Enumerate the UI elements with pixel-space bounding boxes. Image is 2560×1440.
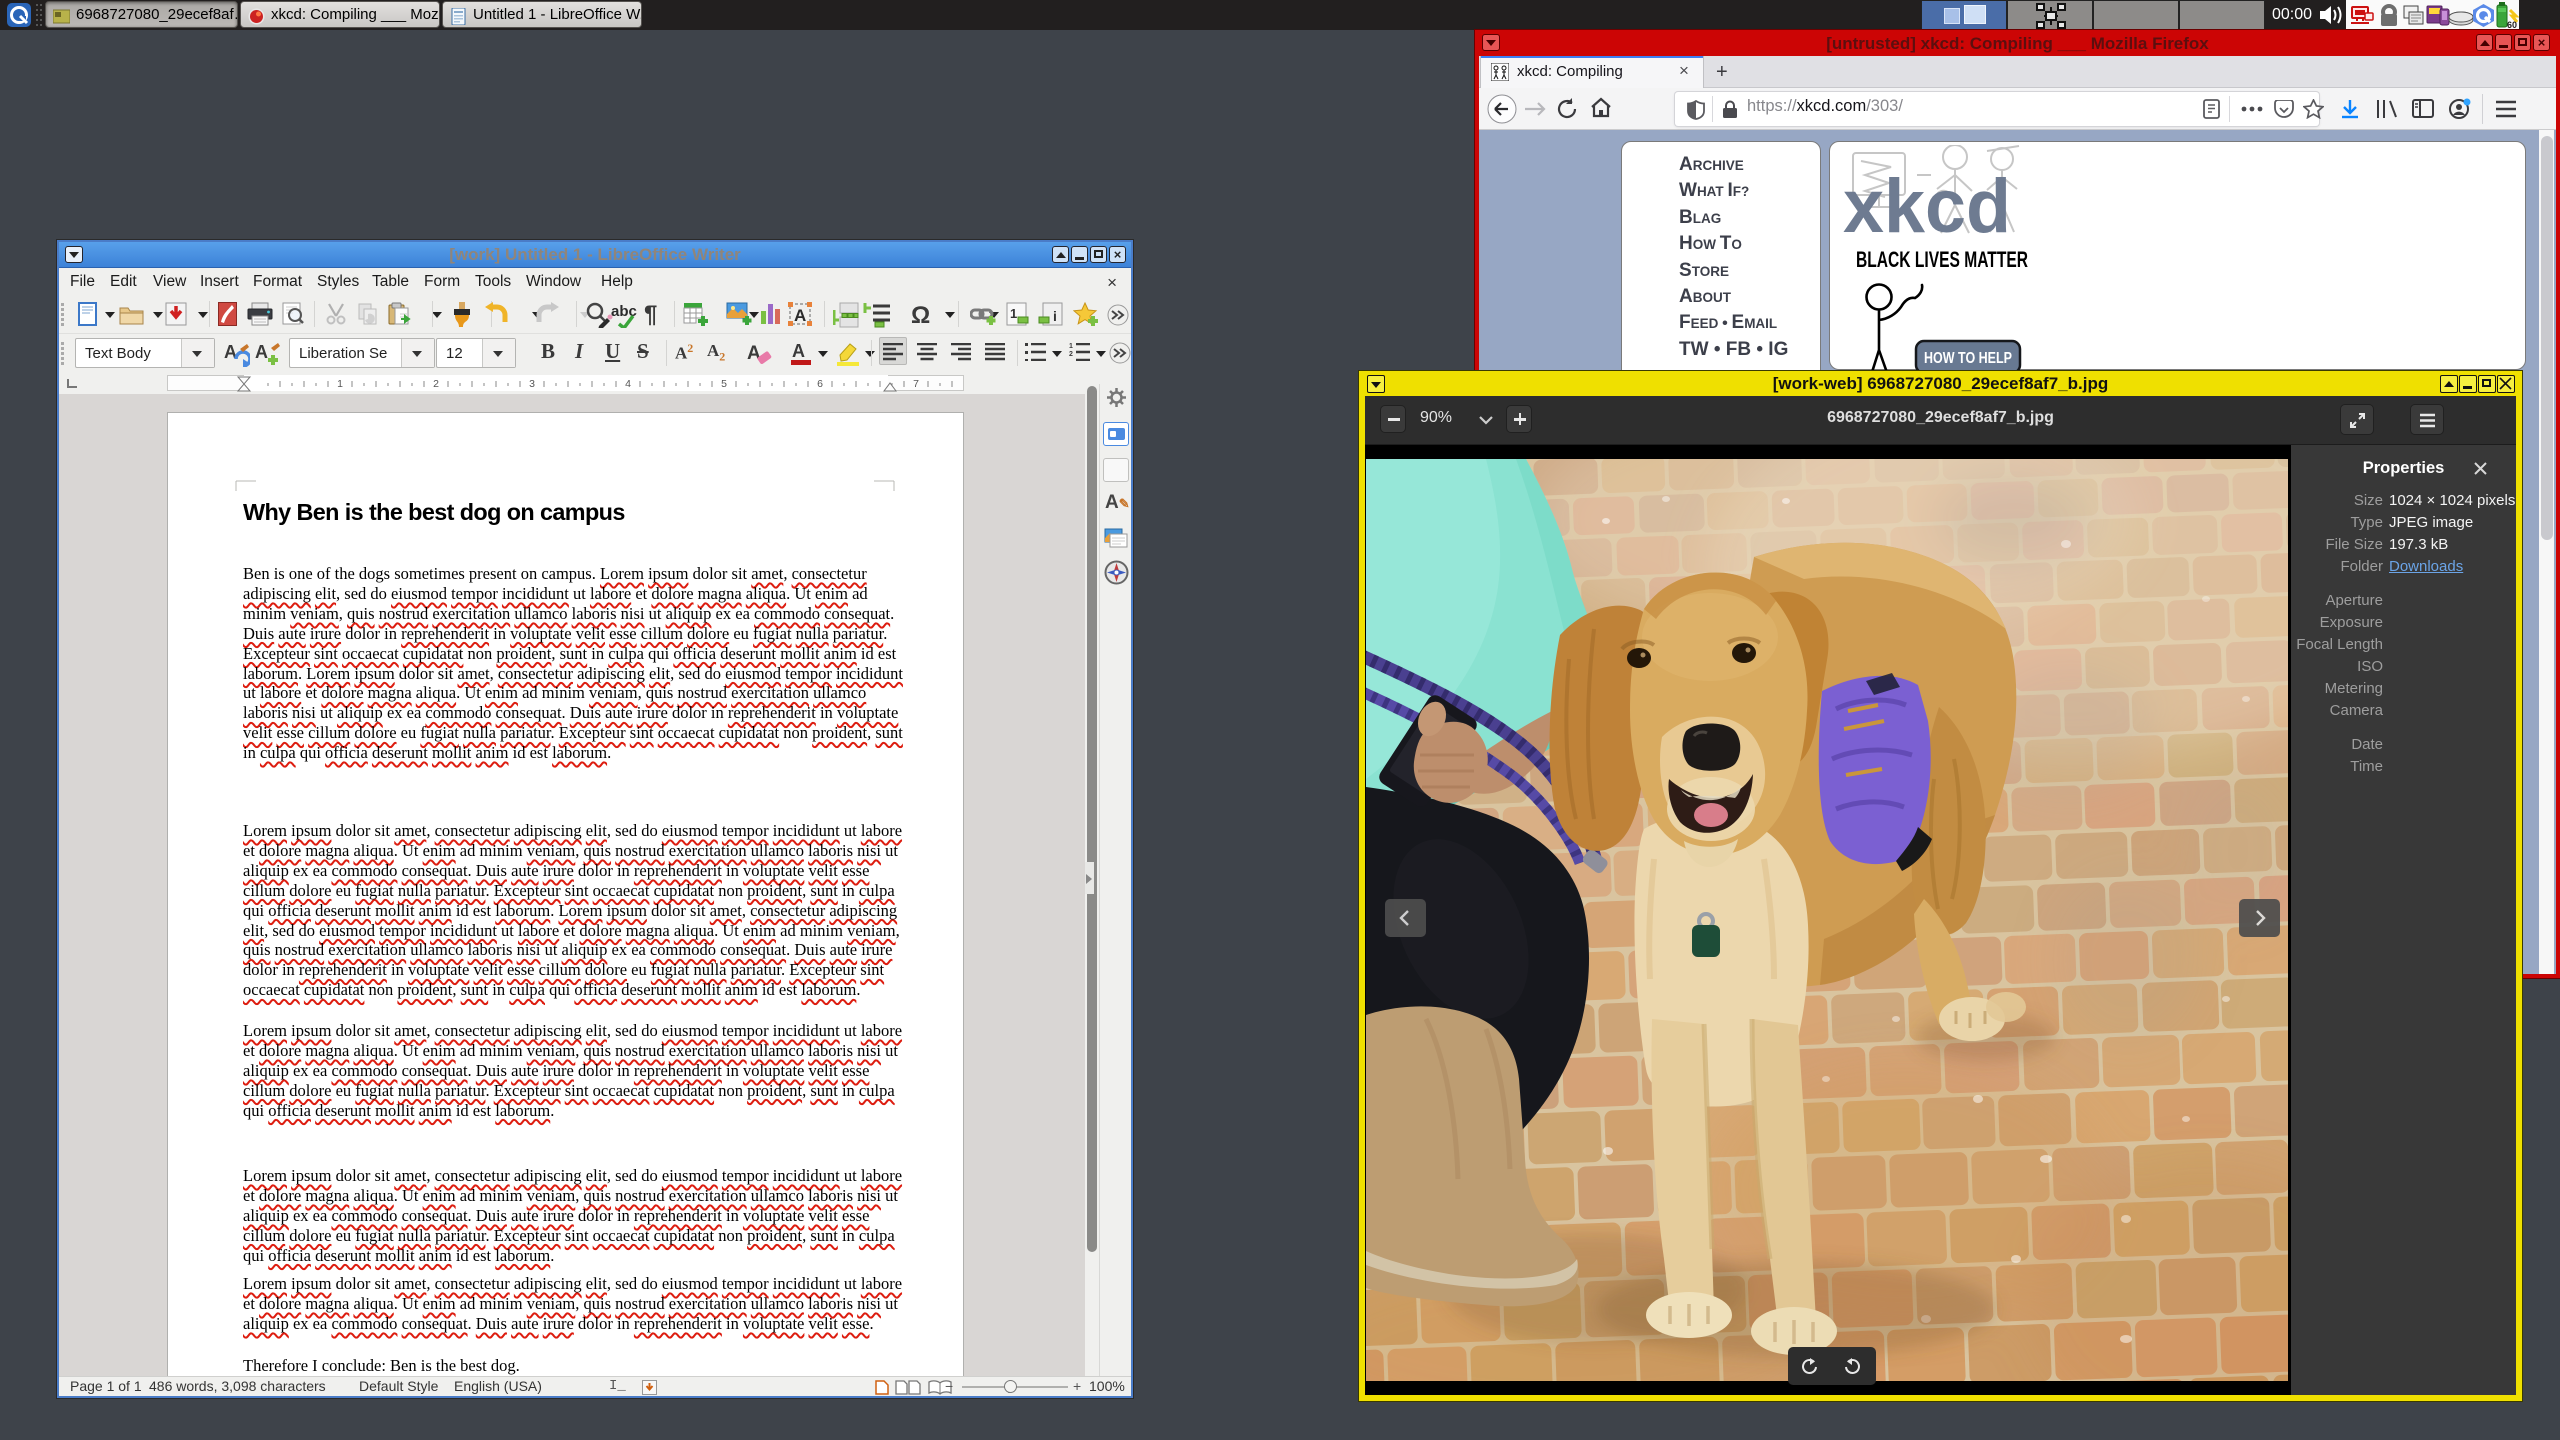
- svg-text:HOW TO HELP: HOW TO HELP: [1924, 350, 2012, 367]
- svg-text:A: A: [794, 306, 806, 325]
- svg-text:5: 5: [721, 378, 727, 390]
- svg-text:BLACK LIVES MATTER: BLACK LIVES MATTER: [1856, 247, 2028, 272]
- svg-text:60: 60: [2507, 20, 2517, 29]
- svg-text:1: 1: [337, 378, 343, 390]
- svg-text:3: 3: [529, 378, 535, 390]
- svg-text:2: 2: [1069, 351, 1073, 358]
- svg-text:¶: ¶: [644, 302, 657, 326]
- svg-text:A: A: [792, 341, 805, 361]
- svg-text:Ω: Ω: [911, 302, 930, 326]
- svg-text:7: 7: [913, 378, 919, 390]
- svg-text:2: 2: [433, 378, 439, 390]
- svg-text:1: 1: [1010, 306, 1017, 321]
- svg-text:A: A: [255, 342, 268, 362]
- svg-text:i: i: [1053, 308, 1057, 324]
- svg-text:1: 1: [1069, 343, 1073, 350]
- svg-text:4: 4: [625, 378, 631, 390]
- svg-text:6: 6: [817, 378, 823, 390]
- svg-text:xkcd: xkcd: [1843, 164, 2011, 249]
